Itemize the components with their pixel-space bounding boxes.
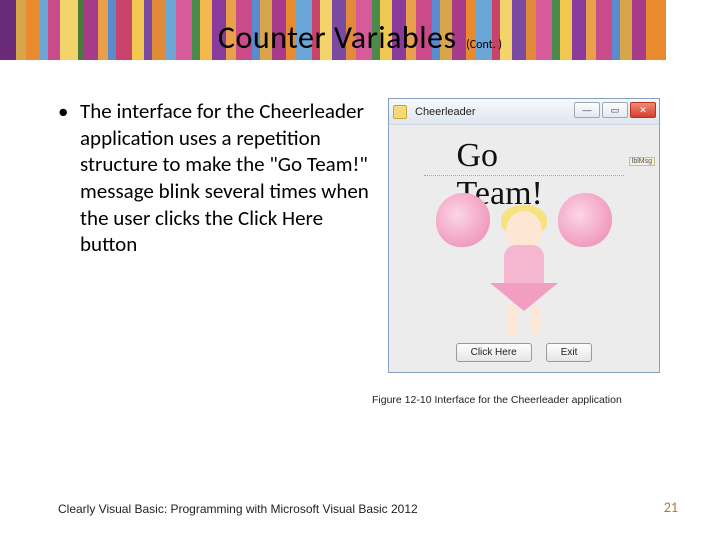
cheerleader-window: Cheerleader — ▭ ✕ Go Team! lblMsg	[388, 98, 660, 373]
page-number: 21	[664, 499, 678, 516]
pompom-right-icon	[558, 193, 612, 247]
window-title: Cheerleader	[415, 106, 476, 118]
minimize-button[interactable]: —	[574, 102, 600, 118]
label-name-tooltip: lblMsg	[629, 157, 655, 166]
bullet-list: • The interface for the Cheerleader appl…	[58, 98, 378, 373]
click-here-button[interactable]: Click Here	[456, 343, 532, 362]
exit-button[interactable]: Exit	[546, 343, 593, 362]
pompom-left-icon	[436, 193, 490, 247]
bullet-text: The interface for the Cheerleader applic…	[80, 98, 378, 258]
slide-title-row: Counter Variables (Cont. )	[0, 18, 720, 57]
cheerleader-leg	[531, 305, 540, 333]
cheerleader-image	[444, 183, 604, 333]
window-app-icon	[393, 105, 407, 119]
figure-caption: Figure 12-10 Interface for the Cheerlead…	[372, 394, 622, 406]
label-selection-outline	[424, 175, 624, 176]
app-screenshot: Cheerleader — ▭ ✕ Go Team! lblMsg	[388, 98, 658, 373]
bullet-marker: •	[58, 98, 80, 258]
slide-title-cont: (Cont. )	[466, 38, 502, 52]
maximize-button[interactable]: ▭	[602, 102, 628, 118]
slide-title: Counter Variables	[218, 18, 457, 57]
cheerleader-skirt	[490, 283, 558, 311]
cheerleader-leg	[508, 305, 517, 333]
footer-book-title: Clearly Visual Basic: Programming with M…	[58, 502, 418, 516]
close-button[interactable]: ✕	[630, 102, 656, 118]
window-titlebar: Cheerleader — ▭ ✕	[389, 99, 659, 125]
